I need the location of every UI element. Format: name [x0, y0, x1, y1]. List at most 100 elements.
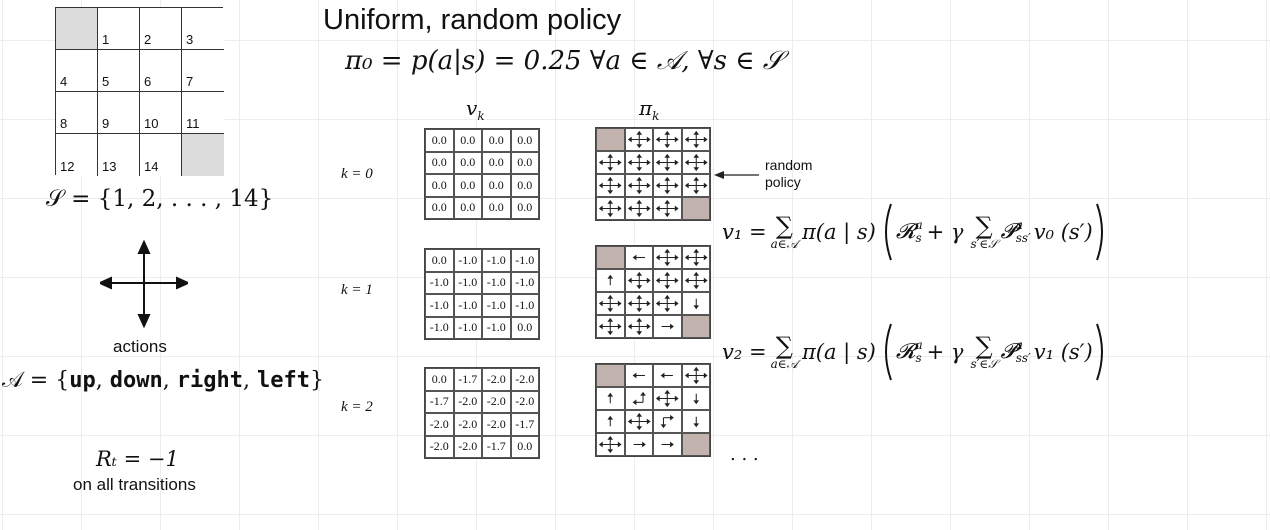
- all-directions-arrow-icon: [596, 151, 625, 174]
- terminal-cell: [681, 433, 710, 456]
- value-cell: -1.0: [453, 294, 482, 317]
- left-paren: [880, 202, 894, 262]
- cell-number: 14: [144, 159, 159, 174]
- value-cell: 0.0: [425, 151, 454, 174]
- cell-number: 3: [186, 32, 194, 47]
- value-cell: 0.0: [510, 316, 539, 339]
- gridworld-grid: 1 2 3 4 5 6 7 8 9 10 11 12 13 14: [55, 7, 224, 176]
- cell-number: 2: [144, 32, 152, 47]
- policy-grid-k1: [595, 245, 711, 339]
- down-arrow-icon: [681, 292, 710, 315]
- grid-cell: 6: [140, 50, 182, 92]
- all-directions-arrow-icon: [596, 174, 625, 197]
- inner-sum-operator: ∑ s′∈𝒮: [970, 332, 998, 371]
- value-cell: -1.7: [482, 435, 511, 458]
- all-directions-arrow-icon: [624, 151, 653, 174]
- right-paren: [1095, 322, 1109, 382]
- all-directions-arrow-icon: [624, 410, 653, 433]
- all-directions-arrow-icon: [653, 246, 682, 269]
- cell-number: 8: [60, 116, 68, 131]
- value-cell: 0.0: [453, 129, 482, 152]
- cell-number: 13: [102, 159, 117, 174]
- all-directions-arrow-icon: [624, 269, 653, 292]
- all-directions-arrow-icon: [653, 269, 682, 292]
- page-title: Uniform, random policy: [323, 4, 622, 36]
- all-directions-arrow-icon: [596, 433, 625, 456]
- sum-operator: ∑ a∈𝒜: [770, 332, 798, 371]
- random-policy-note: random policy: [765, 157, 813, 190]
- value-cell: -1.0: [453, 316, 482, 339]
- up-arrow-icon: [596, 269, 625, 292]
- left-paren: [880, 322, 894, 382]
- value-cell: -1.0: [482, 271, 511, 294]
- left-arrow-icon: [624, 246, 653, 269]
- cell-number: 7: [186, 74, 194, 89]
- value-cell: 0.0: [453, 151, 482, 174]
- value-cell: 0.0: [510, 174, 539, 197]
- left-arrow-icon: [624, 364, 653, 387]
- cell-number: 12: [60, 159, 75, 174]
- value-cell: 0.0: [453, 174, 482, 197]
- all-directions-arrow-icon: [653, 292, 682, 315]
- value-cell: 0.0: [482, 151, 511, 174]
- value-cell: 0.0: [510, 196, 539, 219]
- all-directions-arrow-icon: [624, 174, 653, 197]
- value-cell: 0.0: [510, 435, 539, 458]
- up-arrow-icon: [596, 410, 625, 433]
- action-up: up: [69, 368, 96, 393]
- value-cell: -1.0: [510, 271, 539, 294]
- policy-term: π(a | s): [801, 220, 876, 244]
- all-directions-arrow-icon: [596, 315, 625, 338]
- grid-cell: 10: [140, 92, 182, 134]
- value-cell: 0.0: [425, 129, 454, 152]
- value-cell: -2.0: [510, 368, 539, 391]
- all-directions-arrow-icon: [624, 315, 653, 338]
- cell-number: 1: [102, 32, 110, 47]
- all-directions-arrow-icon: [653, 128, 682, 151]
- value-cell: -2.0: [453, 413, 482, 436]
- value-grid-k1: 0.0 -1.0 -1.0 -1.0 -1.0 -1.0 -1.0 -1.0 -1.0 -1.0-…: [424, 248, 540, 340]
- value-cell: 0.0: [425, 174, 454, 197]
- left-arrow-icon: [653, 364, 682, 387]
- actions-set-formula: 𝒜 = {up, down, right, left}: [2, 368, 324, 393]
- value-column-header: vk: [466, 96, 485, 123]
- actions-label: actions: [113, 337, 167, 356]
- policy-formula: π₀ = p(a|s) = 0.25 ∀a ∈ 𝒜, ∀s ∈ 𝒮: [345, 46, 783, 76]
- value-cell: 0.0: [482, 129, 511, 152]
- cell-number: 6: [144, 74, 152, 89]
- gamma-term: + γ: [926, 220, 964, 244]
- cell-number: 4: [60, 74, 68, 89]
- up-left-arrow-icon: [624, 387, 653, 410]
- terminal-cell: [596, 128, 625, 151]
- value-cell: -1.0: [425, 316, 454, 339]
- sum-operator: ∑ a∈𝒜: [770, 212, 798, 251]
- value-cell: 0.0: [425, 368, 454, 391]
- all-directions-arrow-icon: [653, 151, 682, 174]
- value-cell: -2.0: [425, 435, 454, 458]
- right-arrow-icon: [624, 433, 653, 456]
- value-cell: 0.0: [510, 129, 539, 152]
- equation-lhs: v₁ =: [722, 220, 767, 244]
- value-cell: 0.0: [453, 196, 482, 219]
- value-cell: 0.0: [425, 249, 454, 272]
- k-label-0: k = 0: [341, 166, 373, 182]
- grid-cell: 3: [182, 8, 224, 50]
- value-cell: -2.0: [453, 435, 482, 458]
- all-directions-arrow-icon: [681, 151, 710, 174]
- reward-term: 𝓡as: [895, 217, 923, 246]
- terminal-cell: [681, 315, 710, 338]
- value-cell: -1.7: [453, 368, 482, 391]
- grid-cell: 5: [98, 50, 140, 92]
- all-directions-arrow-icon: [596, 197, 625, 220]
- policy-term: π(a | s): [801, 340, 876, 364]
- reward-formula: Rₜ = −1: [96, 447, 179, 471]
- value-cell: 0.0: [482, 196, 511, 219]
- value-grid-k0: 0.0 0.0 0.0 0.0 0.0 0.0 0.0 0.0 0.0 0.0 0.0 0.0 0.0 0…: [424, 128, 540, 220]
- all-directions-arrow-icon: [596, 292, 625, 315]
- value-cell: -1.7: [425, 390, 454, 413]
- value-cell: -2.0: [482, 368, 511, 391]
- value-cell: -2.0: [482, 413, 511, 436]
- grid-cell: 12: [56, 134, 98, 176]
- value-term: v₀ (s′): [1033, 220, 1093, 244]
- down-right-arrow-icon: [653, 410, 682, 433]
